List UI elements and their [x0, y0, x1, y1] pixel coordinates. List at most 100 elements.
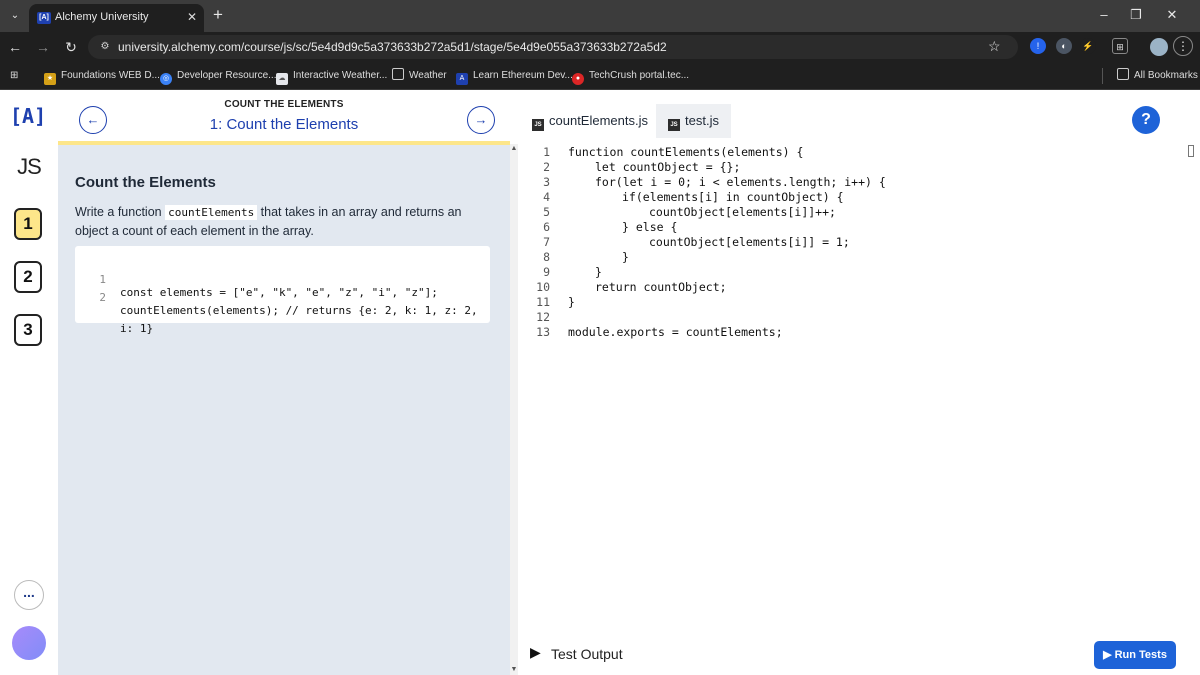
app-area: [A] JS 1 2 3 ... ← COUNT THE ELEMENTS 1:… [0, 90, 1200, 675]
globe-icon: ◎ [160, 73, 172, 85]
editor-code-line[interactable]: } [595, 265, 602, 279]
desc-text: Write a function [75, 205, 166, 219]
lesson-kicker: COUNT THE ELEMENTS [224, 99, 344, 110]
editor-line-number: 13 [536, 325, 550, 339]
all-bookmarks[interactable]: All Bookmarks [1102, 68, 1198, 84]
editor-code-line[interactable]: } else { [622, 220, 677, 234]
test-output-label[interactable]: Test Output [551, 646, 623, 662]
stage-2-button[interactable]: 2 [14, 261, 42, 293]
address-bar[interactable]: ⚙ university.alchemy.com/course/js/sc/5e… [88, 35, 1018, 59]
play-icon: ▶ [1103, 649, 1115, 661]
test-output-bar: ▶ Test Output ▶ Run Tests [518, 633, 1200, 675]
editor-code-line[interactable]: let countObject = {}; [595, 160, 740, 174]
tab-close-icon[interactable]: ✕ [185, 10, 199, 24]
editor-line-number: 8 [543, 250, 550, 264]
tab-countelements-js[interactable]: JS countElements.js [532, 104, 648, 138]
stage-3-button[interactable]: 3 [14, 314, 42, 346]
browser-menu-icon[interactable]: ⋮ [1173, 36, 1193, 56]
new-tab-icon[interactable]: + [209, 6, 227, 24]
tab-title: Alchemy University [55, 11, 149, 23]
editor-minimap[interactable] [1188, 145, 1194, 157]
close-window-icon[interactable]: ✕ [1162, 6, 1182, 24]
more-icon[interactable]: ... [14, 580, 44, 610]
tab-test-js[interactable]: JS test.js [656, 104, 731, 138]
url-text: university.alchemy.com/course/js/sc/5e4d… [118, 40, 667, 54]
course-js-label[interactable]: JS [13, 152, 45, 182]
bookmark-label: Developer Resource... [177, 70, 277, 81]
bookmark-item[interactable]: A Learn Ethereum Dev... [456, 68, 573, 85]
editor-code-line[interactable]: } [568, 295, 575, 309]
editor-line-number: 6 [543, 220, 550, 234]
lesson-heading: Count the Elements [75, 174, 216, 191]
bookmark-label: Interactive Weather... [293, 70, 388, 81]
bookmark-item[interactable]: ● TechCrush portal.tec... [572, 68, 689, 85]
example-line: i: 1} [75, 296, 153, 348]
editor-line-number: 7 [543, 235, 550, 249]
forward-icon[interactable]: → [34, 38, 52, 56]
editor-code-line[interactable]: } [622, 250, 629, 264]
expand-output-icon[interactable]: ▶ [530, 644, 541, 661]
lesson-title: 1: Count the Elements [209, 116, 359, 133]
assistant-orb-icon[interactable] [12, 626, 46, 660]
apps-grid-icon[interactable]: ⊞ [10, 68, 28, 84]
lesson-description: Write a function countElements that take… [75, 203, 495, 241]
profile-avatar[interactable] [1150, 38, 1168, 56]
file-tab-label: countElements.js [549, 113, 648, 128]
tab-search-icon[interactable]: ⌄ [7, 8, 23, 24]
alchemy-favicon-icon: [A] [37, 12, 51, 24]
bookmark-item[interactable]: ★ Foundations WEB D... [44, 68, 160, 85]
editor-code-line[interactable]: countObject[elements[i]] = 1; [649, 235, 850, 249]
next-stage-icon[interactable]: → [467, 106, 495, 134]
run-tests-button[interactable]: ▶ Run Tests [1094, 641, 1176, 669]
reload-icon[interactable]: ↻ [62, 38, 80, 56]
desc-inline-code: countElements [165, 205, 258, 220]
editor-code-line[interactable]: countObject[elements[i]]++; [649, 205, 836, 219]
example-code: const elements = ["e", "k", "e", "z", "i… [120, 286, 438, 299]
editor-code-line[interactable]: function countElements(elements) { [568, 145, 803, 159]
lesson-panel: ← COUNT THE ELEMENTS 1: Count the Elemen… [58, 90, 510, 675]
minimize-icon[interactable]: – [1094, 6, 1114, 24]
bookmark-label: Foundations WEB D... [61, 70, 160, 81]
pin-icon: ★ [44, 73, 56, 85]
back-icon[interactable]: ← [6, 38, 24, 56]
lesson-scrollbar[interactable]: ▲ ▼ [510, 144, 518, 675]
bookmark-star-icon[interactable]: ☆ [988, 38, 1001, 55]
editor-code-line[interactable]: return countObject; [595, 280, 727, 294]
js-file-icon: JS [532, 119, 544, 131]
restore-icon[interactable]: ❐ [1126, 6, 1146, 24]
editor-line-number: 11 [536, 295, 550, 309]
code-editor: JS countElements.js JS test.js ? 1 function… [518, 90, 1200, 675]
file-tab-label: test.js [685, 113, 719, 128]
browser-tab[interactable]: [A] Alchemy University ✕ [29, 4, 204, 32]
weather-icon: ☁ [276, 73, 288, 85]
techcrush-icon: ● [572, 73, 584, 85]
editor-line-number: 2 [543, 160, 550, 174]
extension-user-icon[interactable]: ◐ [1056, 38, 1072, 54]
left-rail: [A] JS 1 2 3 ... [0, 90, 58, 675]
example-code: countElements(elements); // returns {e: … [120, 304, 478, 317]
bookmark-item[interactable]: ☁ Interactive Weather... [276, 68, 388, 85]
bookmarks-bar: ⊞ ★ Foundations WEB D... ◎ Developer Resou… [0, 62, 1200, 90]
run-tests-label: Run Tests [1114, 649, 1167, 661]
example-code: i: 1} [120, 322, 154, 335]
editor-code-line[interactable]: if(elements[i] in countObject) { [622, 190, 844, 204]
scroll-down-icon[interactable]: ▼ [510, 665, 518, 675]
scroll-up-icon[interactable]: ▲ [510, 144, 518, 154]
js-file-icon: JS [668, 119, 680, 131]
editor-line-number: 9 [543, 265, 550, 279]
editor-code-line[interactable]: for(let i = 0; i < elements.length; i++)… [595, 175, 886, 189]
bookmark-item[interactable]: ◎ Developer Resource... [160, 68, 277, 85]
folder-icon [1117, 68, 1129, 80]
bookmark-label: Weather [409, 70, 447, 81]
extension-bolt-icon[interactable]: ⚡ [1080, 38, 1096, 54]
bookmark-item[interactable]: Weather [392, 68, 447, 84]
site-info-icon[interactable]: ⚙ [98, 40, 112, 54]
extension-shield-icon[interactable]: ! [1030, 38, 1046, 54]
folder-icon [392, 68, 404, 80]
help-button[interactable]: ? [1132, 106, 1160, 134]
code-area[interactable]: 1 function countElements(elements) {2 let … [518, 143, 1200, 343]
editor-code-line[interactable]: module.exports = countElements; [568, 325, 783, 339]
alchemy-logo[interactable]: [A] [10, 104, 46, 128]
extensions-puzzle-icon[interactable]: ⊞ [1112, 38, 1128, 54]
stage-1-button[interactable]: 1 [14, 208, 42, 240]
